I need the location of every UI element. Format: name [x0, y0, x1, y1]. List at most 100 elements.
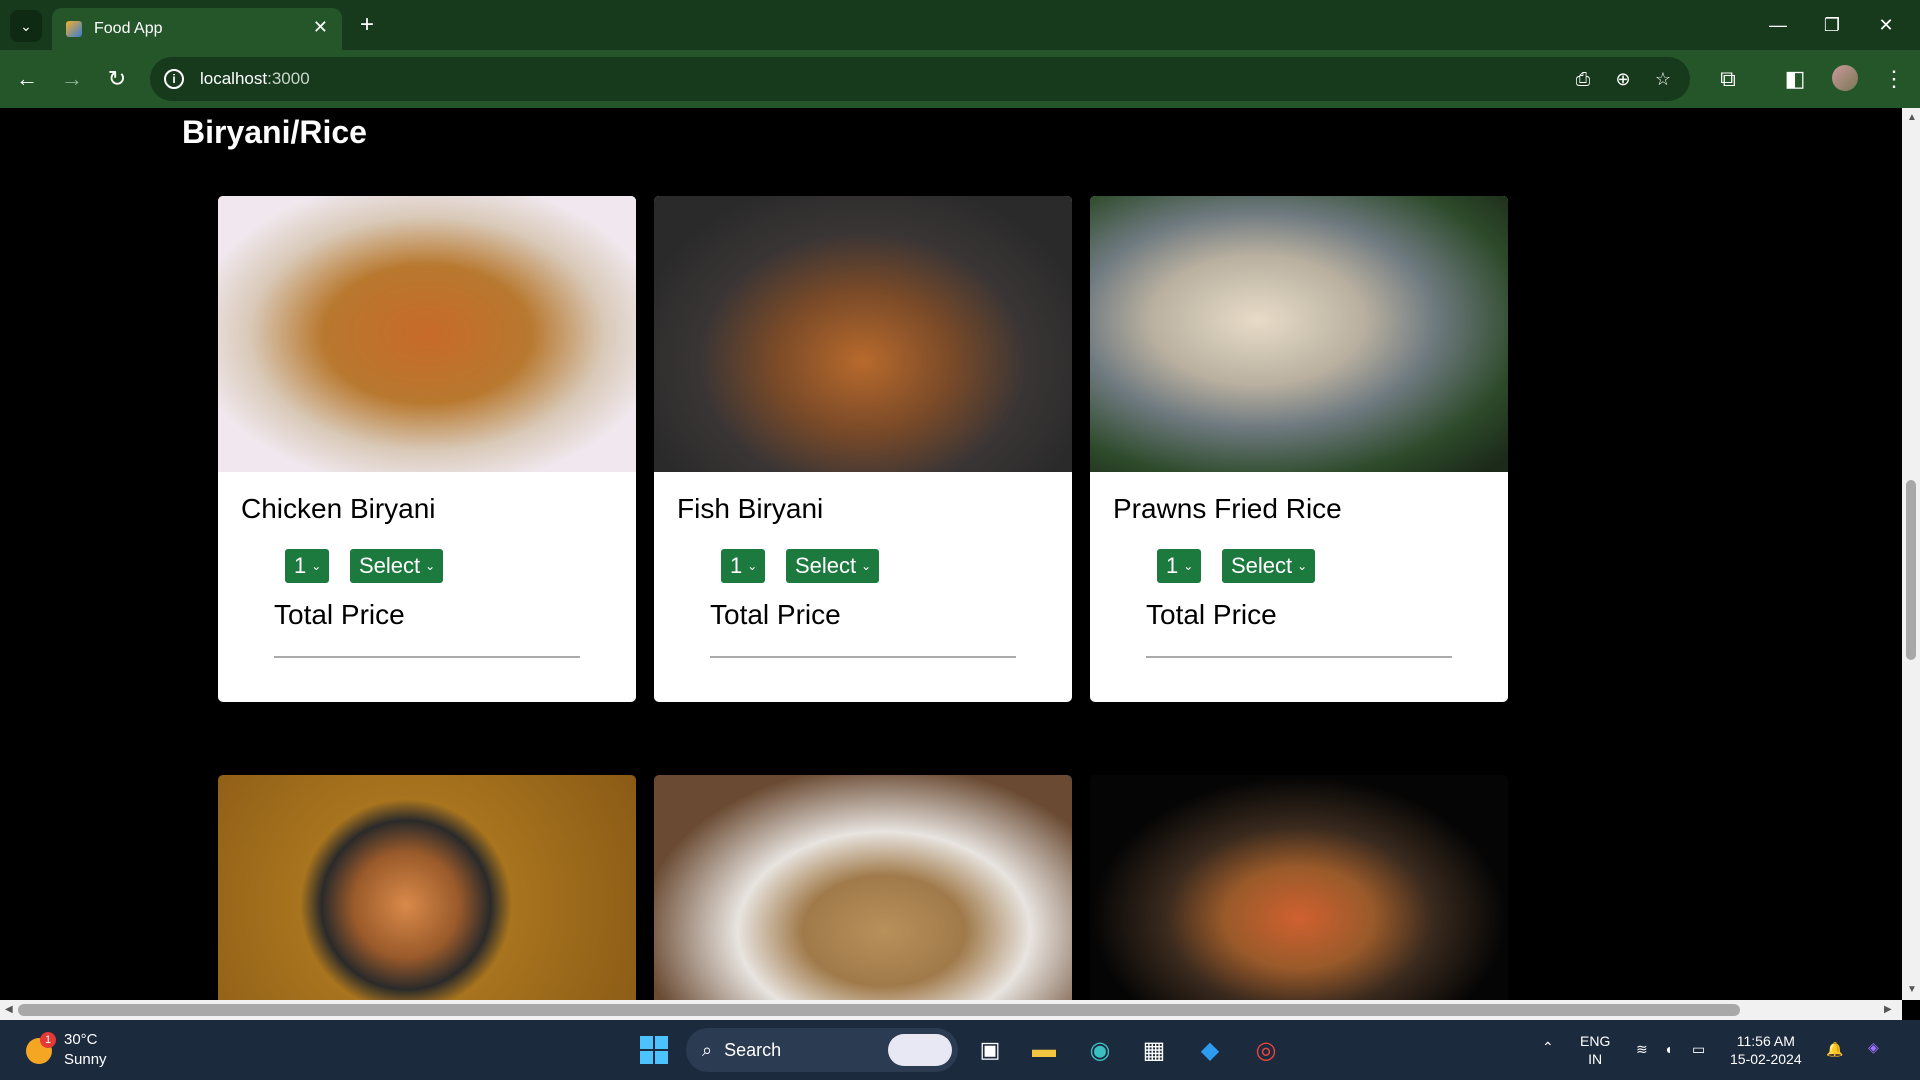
edge-icon[interactable]: ◉	[1082, 1032, 1118, 1068]
scroll-thumb[interactable]	[1906, 480, 1916, 660]
divider	[1146, 656, 1452, 658]
chevron-down-icon: ⌄	[1297, 559, 1308, 573]
chevron-down-icon: ⌄	[1183, 559, 1194, 573]
chevron-down-icon: ⌄	[311, 559, 322, 573]
food-card: Chicken Biryani 1 ⌄ Select ⌄ Total Price	[218, 196, 636, 702]
task-view-icon[interactable]: ▣	[972, 1032, 1008, 1068]
site-info-icon[interactable]: i	[164, 69, 184, 89]
total-price-label: Total Price	[710, 599, 841, 630]
volume-icon[interactable]: ◖	[1664, 1040, 1672, 1058]
size-select[interactable]: Select ⌄	[786, 549, 880, 583]
food-card	[1090, 775, 1508, 1000]
language-code: ENG	[1580, 1033, 1611, 1049]
tab-close-icon[interactable]: ✕	[313, 17, 328, 38]
vscode-icon[interactable]: ◆	[1192, 1032, 1228, 1068]
horizontal-scrollbar[interactable]: ◀ ▶	[0, 1000, 1902, 1020]
weather-temp: 30°C	[64, 1031, 98, 1048]
search-label: Search	[724, 1039, 782, 1060]
copilot-icon[interactable]	[888, 1034, 952, 1066]
total-price-label: Total Price	[274, 599, 405, 630]
scroll-up-icon[interactable]: ▲	[1907, 112, 1917, 123]
food-card	[654, 775, 1072, 1000]
size-select[interactable]: Select ⌄	[1222, 549, 1316, 583]
language-indicator[interactable]: ENG IN	[1580, 1032, 1610, 1068]
zoom-icon[interactable]: ⊕	[1612, 69, 1634, 91]
quantity-value: 1	[294, 553, 307, 578]
notifications-bell-icon[interactable]: 🔔	[1826, 1040, 1843, 1058]
wifi-icon[interactable]: ≋	[1636, 1040, 1648, 1058]
minimize-icon[interactable]: —	[1758, 10, 1798, 40]
region-code: IN	[1588, 1051, 1603, 1067]
quantity-value: 1	[1166, 553, 1179, 578]
quantity-select[interactable]: 1 ⌄	[721, 549, 766, 583]
vertical-scrollbar[interactable]: ▲ ▼	[1902, 108, 1920, 1000]
forward-icon[interactable]: →	[57, 64, 87, 94]
restore-icon[interactable]: ❐	[1812, 10, 1852, 40]
clock-time: 11:56 AM	[1736, 1033, 1795, 1049]
divider	[710, 656, 1016, 658]
chevron-down-icon: ⌄	[425, 559, 436, 573]
taskbar-search[interactable]: ⌕ Search	[686, 1028, 958, 1072]
tab-title: Food App	[94, 20, 163, 37]
bookmark-star-icon[interactable]: ☆	[1652, 69, 1674, 91]
side-panel-icon[interactable]: ◧	[1780, 64, 1810, 94]
file-explorer-icon[interactable]: ▬	[1026, 1032, 1062, 1068]
address-bar[interactable]: i localhost:3000 ⎙ ⊕ ☆	[150, 57, 1690, 101]
scroll-left-icon[interactable]: ◀	[5, 1004, 13, 1015]
food-image	[218, 196, 636, 472]
new-tab-icon[interactable]: +	[352, 10, 382, 40]
quantity-select[interactable]: 1 ⌄	[285, 549, 330, 583]
windows-start-icon[interactable]	[636, 1032, 672, 1068]
food-name: Fish Biryani	[677, 493, 824, 524]
divider	[274, 656, 580, 658]
size-value: Select	[1231, 553, 1293, 578]
browser-toolbar: ← → ↻ i localhost:3000 ⎙ ⊕ ☆ ⧉ ◧ ⋮	[0, 50, 1920, 108]
browser-tab[interactable]: Food App ✕	[52, 8, 342, 50]
clock-date: 15-02-2024	[1730, 1051, 1802, 1067]
copilot-tray-icon[interactable]: ◈	[1868, 1038, 1879, 1056]
food-card: Prawns Fried Rice 1 ⌄ Select ⌄ Total Price	[1090, 196, 1508, 702]
scroll-right-icon[interactable]: ▶	[1884, 1004, 1892, 1015]
food-image	[654, 196, 1072, 472]
chevron-down-icon: ⌄	[747, 559, 758, 573]
extensions-icon[interactable]: ⧉	[1713, 64, 1743, 94]
quantity-select[interactable]: 1 ⌄	[1157, 549, 1202, 583]
browser-tab-strip: ⌄ Food App ✕ + — ❐ ✕	[0, 0, 1920, 50]
food-card: Fish Biryani 1 ⌄ Select ⌄ Total Price	[654, 196, 1072, 702]
url-host: localhost	[200, 69, 268, 88]
size-select[interactable]: Select ⌄	[350, 549, 444, 583]
install-app-icon[interactable]: ⎙	[1572, 69, 1594, 91]
size-value: Select	[795, 553, 857, 578]
scroll-down-icon[interactable]: ▼	[1907, 984, 1917, 995]
show-hidden-icons[interactable]: ⌃	[1542, 1038, 1554, 1056]
profile-avatar[interactable]	[1832, 65, 1858, 91]
reload-icon[interactable]: ↻	[102, 64, 132, 94]
chevron-down-icon: ⌄	[861, 559, 872, 573]
weather-condition: Sunny	[64, 1051, 107, 1068]
url-port: :3000	[267, 69, 310, 88]
page-viewport: Biryani/Rice Chicken Biryani 1 ⌄ Select ⌄ …	[0, 108, 1902, 1000]
menu-icon[interactable]: ⋮	[1879, 64, 1909, 94]
close-window-icon[interactable]: ✕	[1866, 10, 1906, 40]
back-icon[interactable]: ←	[12, 64, 42, 94]
food-name: Chicken Biryani	[241, 493, 436, 524]
quantity-value: 1	[730, 553, 743, 578]
favicon-icon	[66, 21, 82, 37]
section-title: Biryani/Rice	[182, 114, 367, 150]
clock[interactable]: 11:56 AM 15-02-2024	[1730, 1032, 1802, 1068]
search-icon: ⌕	[702, 1039, 713, 1060]
tab-search-icon[interactable]: ⌄	[10, 10, 42, 42]
chrome-icon[interactable]: ◎	[1248, 1032, 1284, 1068]
food-image	[218, 775, 636, 1000]
taskbar: 1 30°C Sunny ⌕ Search ▣ ▬ ◉ ▦ ◆ ◎ ⌃ ENG …	[0, 1020, 1920, 1080]
total-price-label: Total Price	[1146, 599, 1277, 630]
size-value: Select	[359, 553, 421, 578]
food-image	[1090, 775, 1508, 1000]
scroll-thumb[interactable]	[18, 1004, 1740, 1016]
battery-icon[interactable]: ▭	[1692, 1040, 1705, 1058]
notification-badge: 1	[40, 1032, 56, 1048]
store-icon[interactable]: ▦	[1136, 1032, 1172, 1068]
food-image	[654, 775, 1072, 1000]
food-image	[1090, 196, 1508, 472]
food-card	[218, 775, 636, 1000]
